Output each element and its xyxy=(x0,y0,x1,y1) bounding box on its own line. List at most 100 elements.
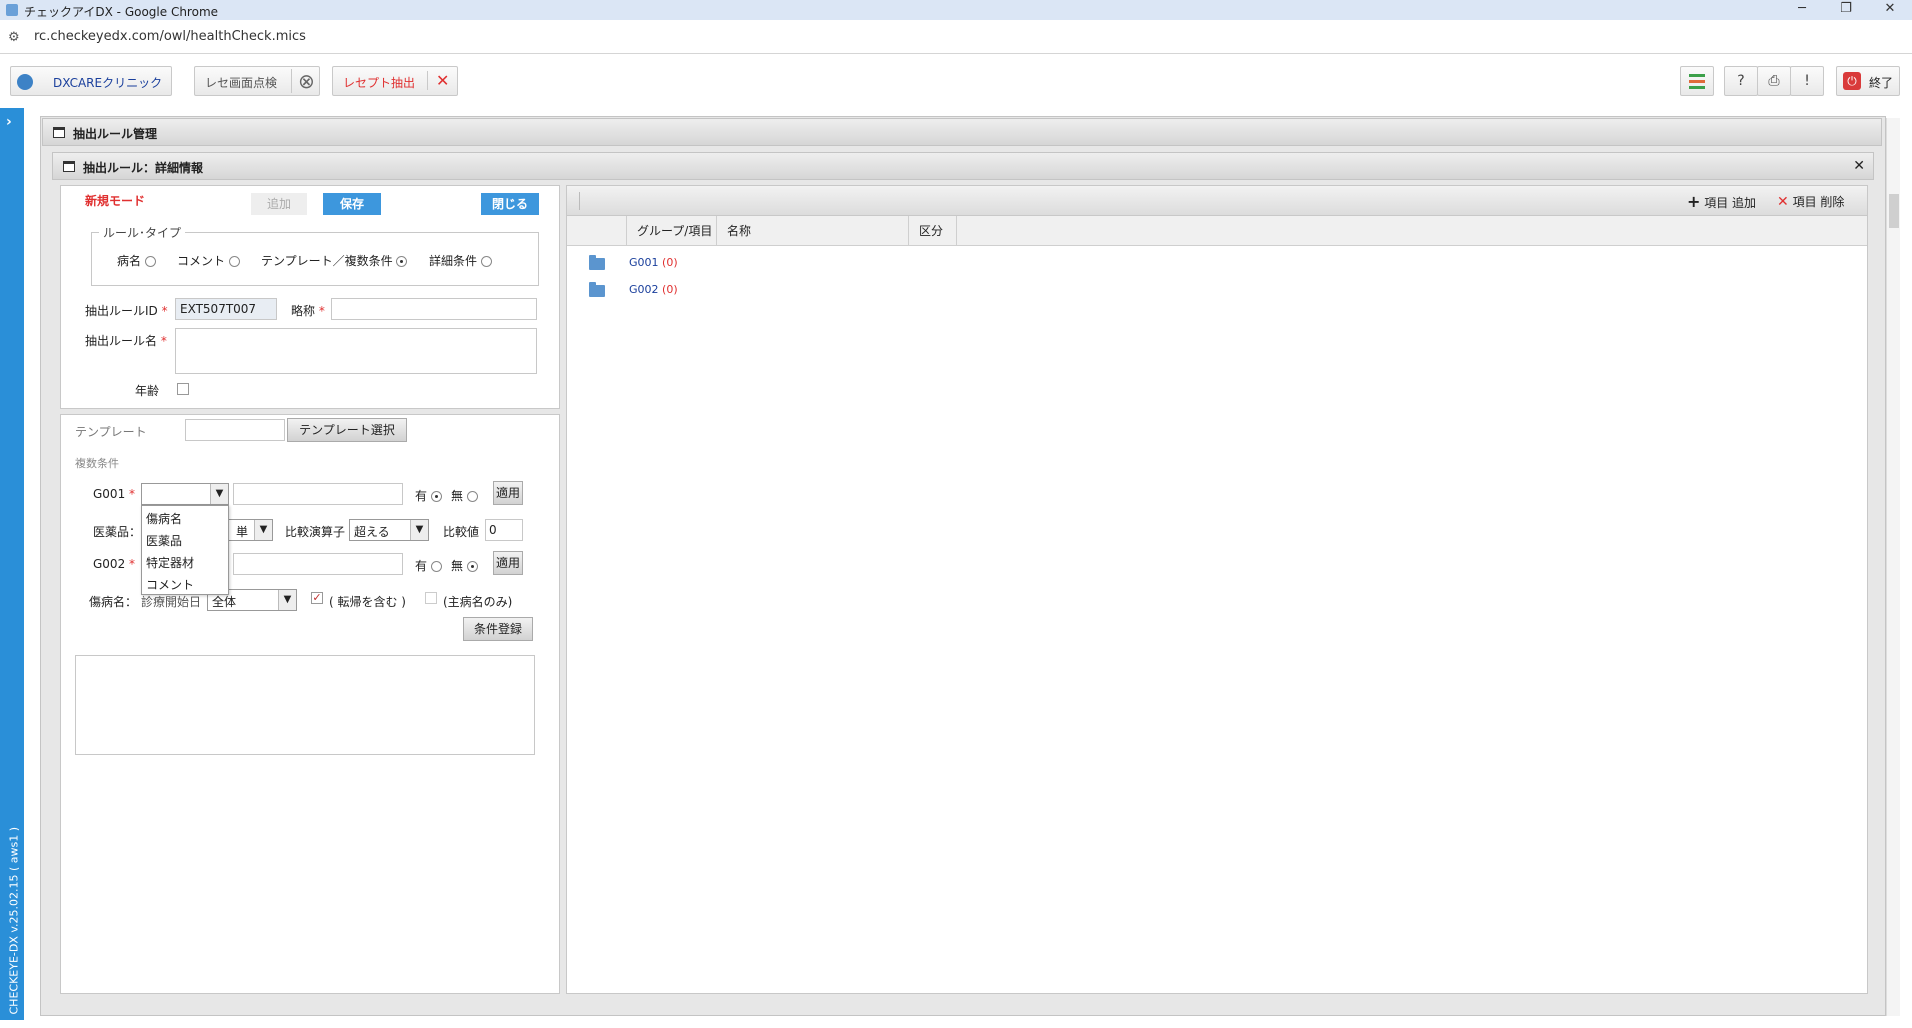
outer-panel-header: 抽出ルール管理 xyxy=(42,118,1882,146)
age-checkbox[interactable] xyxy=(177,383,189,395)
address-bar[interactable]: ⚙ rc.checkeyedx.com/owl/healthCheck.mics xyxy=(0,20,1912,54)
g001-apply-button[interactable]: 適用 xyxy=(493,481,523,505)
g001-yes-option[interactable]: 有 xyxy=(415,487,442,504)
mode-label: 新規モード xyxy=(85,194,146,208)
rece-check-close-icon[interactable]: ⊗ xyxy=(291,69,315,93)
rule-type-comment[interactable]: コメント xyxy=(177,252,240,269)
rule-type-legend: ルール･タイプ xyxy=(99,224,186,241)
tree-row-g002[interactable]: G002 (0) xyxy=(567,279,1867,301)
include-outcome-checkbox[interactable]: ✓ xyxy=(311,592,323,604)
outer-scrollbar[interactable] xyxy=(1886,118,1900,1016)
dropdown-option[interactable]: 医薬品 xyxy=(146,532,182,549)
g002-no-option[interactable]: 無 xyxy=(451,557,478,574)
window-title: チェックアイDX - Google Chrome xyxy=(24,5,219,19)
rule-name-label: 抽出ルール名 * xyxy=(85,334,167,348)
close-window-button[interactable]: ✕ xyxy=(1868,0,1912,20)
g001-no-option[interactable]: 無 xyxy=(451,487,478,504)
restore-button[interactable]: ❐ xyxy=(1824,0,1868,20)
rule-id-label: 抽出ルールID * xyxy=(85,304,168,318)
dropdown-option[interactable]: 特定器材 xyxy=(146,554,194,571)
rule-id-field[interactable]: EXT507T007 xyxy=(175,298,277,320)
include-outcome-label: ( 転帰を含む ) xyxy=(329,595,406,609)
folder-icon xyxy=(589,282,605,297)
compare-op-select[interactable]: 超える ▼ xyxy=(349,519,429,541)
g001-value-field[interactable] xyxy=(233,483,403,505)
rule-name-field[interactable] xyxy=(175,328,537,374)
left-sidebar: › CHECKEYE-DX v.25.02.15 ( aws1 ) xyxy=(0,108,24,1020)
plus-icon: + xyxy=(1687,192,1701,211)
rule-type-template[interactable]: テンプレート／複数条件 xyxy=(261,252,408,269)
disease-label: 傷病名： xyxy=(89,595,138,609)
template-field[interactable] xyxy=(185,419,285,441)
g002-apply-button[interactable]: 適用 xyxy=(493,551,523,575)
expand-sidebar-icon[interactable]: › xyxy=(6,114,12,130)
item-table-header: グループ/項目 名称 区分 xyxy=(567,216,1867,246)
compare-value-field[interactable]: 0 xyxy=(485,519,523,541)
save-button[interactable]: 保存 xyxy=(323,193,381,215)
column-name[interactable]: 名称 xyxy=(717,216,909,246)
item-tree-panel: + 項目 追加 ✕ 項目 削除 グループ/項目 名称 区分 G001 (0) G… xyxy=(566,185,1868,994)
rule-type-disease[interactable]: 病名 xyxy=(117,252,156,269)
g001-type-select[interactable]: ▼ xyxy=(141,483,229,505)
chevron-down-icon: ▼ xyxy=(210,484,228,504)
detail-panel-header: 抽出ルール：詳細情報 ✕ xyxy=(52,152,1874,180)
g001-dropdown-list: 傷病名 医薬品 特定器材 コメント xyxy=(141,505,229,595)
power-icon: ⏻ xyxy=(1843,72,1861,90)
rule-type-detail[interactable]: 詳細条件 xyxy=(429,252,492,269)
register-condition-button[interactable]: 条件登録 xyxy=(463,617,533,641)
url-text[interactable]: rc.checkeyedx.com/owl/healthCheck.mics xyxy=(34,29,306,44)
outer-scrollbar-thumb[interactable] xyxy=(1889,194,1899,228)
g001-label: G001 * xyxy=(93,487,136,501)
receipt-extract-label: レセプト抽出 xyxy=(343,76,416,90)
condition-list-area[interactable] xyxy=(75,655,535,755)
exit-label: 終了 xyxy=(1869,76,1894,90)
clinic-button[interactable]: DXCAREクリニック xyxy=(10,66,172,96)
column-category[interactable]: 区分 xyxy=(909,216,957,246)
detail-close-icon[interactable]: ✕ xyxy=(1853,158,1865,174)
receipt-extract-button[interactable]: レセプト抽出 ✕ xyxy=(332,66,458,96)
short-name-label: 略称 * xyxy=(291,304,325,318)
minimize-button[interactable]: ─ xyxy=(1780,0,1824,20)
site-settings-icon[interactable]: ⚙ xyxy=(8,30,20,45)
rece-check-label: レセ画面点検 xyxy=(205,76,278,90)
dropdown-option[interactable]: 傷病名 xyxy=(146,510,182,527)
print-icon[interactable]: ⎙ xyxy=(1757,66,1791,96)
g002-value-field[interactable] xyxy=(233,553,403,575)
drug-label: 医薬品： xyxy=(93,525,142,539)
multi-condition-label: 複数条件 xyxy=(75,457,119,470)
rule-form-panel: 新規モード 追加 保存 閉じる ルール･タイプ 病名 コメント テンプレート／複… xyxy=(60,185,560,409)
main-only-checkbox[interactable] xyxy=(425,592,437,604)
close-button[interactable]: 閉じる xyxy=(481,193,539,215)
g002-label: G002 * xyxy=(93,557,136,571)
template-select-button[interactable]: テンプレート選択 xyxy=(287,418,407,442)
outer-panel-title: 抽出ルール管理 xyxy=(73,127,158,141)
rece-check-button[interactable]: レセ画面点検 ⊗ xyxy=(194,66,320,96)
help-icon[interactable]: ? xyxy=(1724,66,1758,96)
column-group[interactable]: グループ/項目 xyxy=(627,216,717,246)
g002-yes-option[interactable]: 有 xyxy=(415,557,442,574)
clinic-logo-icon xyxy=(17,74,33,90)
list-view-icon[interactable] xyxy=(1680,66,1714,96)
disease-start-label: 診療開始日 xyxy=(141,595,202,609)
window-icon-detail xyxy=(63,161,75,172)
delete-item-button[interactable]: ✕ 項目 削除 xyxy=(1777,193,1844,210)
compare-value-label: 比較値 xyxy=(443,525,480,539)
clinic-label: DXCAREクリニック xyxy=(53,76,163,90)
receipt-extract-close-icon[interactable]: ✕ xyxy=(427,71,449,90)
app-icon xyxy=(6,4,18,16)
conditions-panel: テンプレート テンプレート選択 複数条件 G001 * ▼ 有 無 適用 医薬品… xyxy=(60,414,560,994)
browser-title-bar: チェックアイDX - Google Chrome ─ ❐ ✕ xyxy=(0,0,1912,20)
add-button[interactable]: 追加 xyxy=(251,193,307,215)
add-item-button[interactable]: + 項目 追加 xyxy=(1687,192,1756,211)
age-label: 年齢 xyxy=(135,384,160,398)
version-text: CHECKEYE-DX v.25.02.15 ( aws1 ) xyxy=(7,826,21,1015)
window-icon xyxy=(53,127,65,138)
delete-x-icon: ✕ xyxy=(1777,194,1789,210)
alert-icon[interactable]: ! xyxy=(1790,66,1824,96)
exit-button[interactable]: ⏻ 終了 xyxy=(1836,66,1900,96)
tree-row-g001[interactable]: G001 (0) xyxy=(567,252,1867,274)
item-toolbar: + 項目 追加 ✕ 項目 削除 xyxy=(567,186,1867,216)
folder-icon xyxy=(589,255,605,270)
short-name-field[interactable] xyxy=(331,298,537,320)
dropdown-option[interactable]: コメント xyxy=(146,576,194,593)
